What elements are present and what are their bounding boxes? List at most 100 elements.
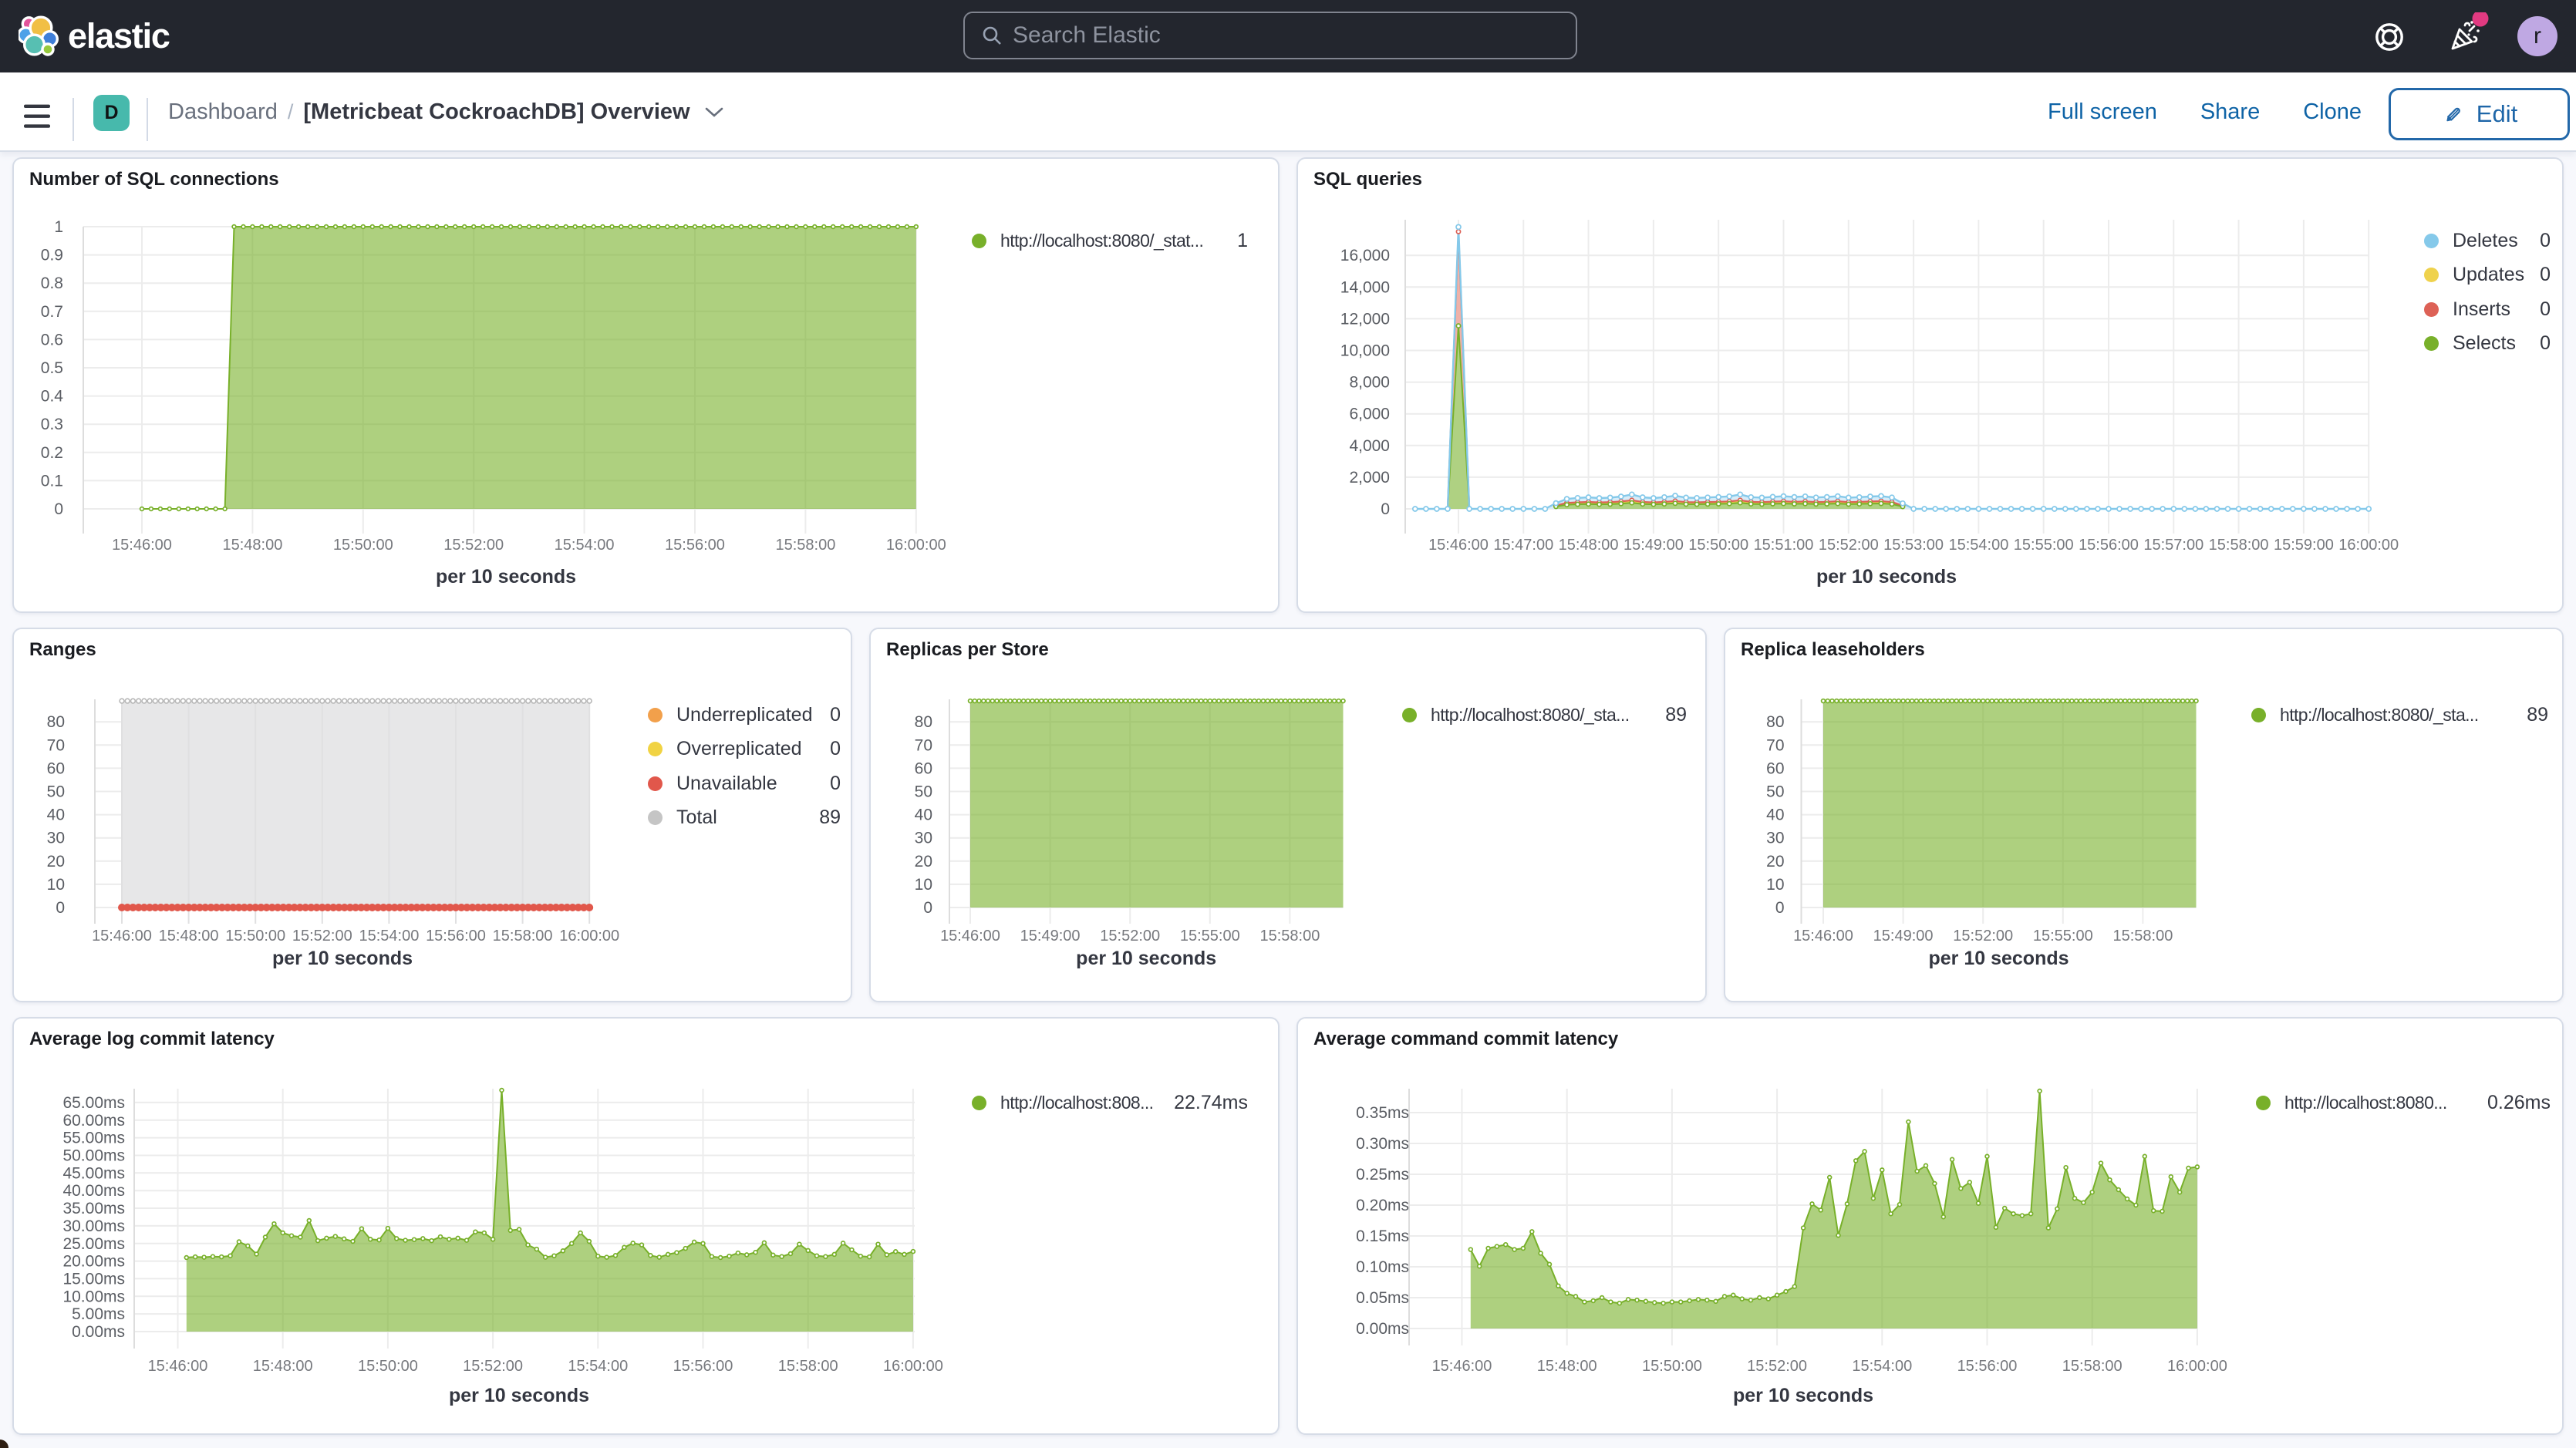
svg-text:16,000: 16,000 xyxy=(1340,247,1390,264)
svg-text:15:50:00: 15:50:00 xyxy=(1642,1358,1702,1375)
svg-text:0: 0 xyxy=(923,899,932,917)
svg-text:15:54:00: 15:54:00 xyxy=(1852,1358,1912,1375)
svg-text:50.00ms: 50.00ms xyxy=(62,1147,125,1165)
svg-text:15:51:00: 15:51:00 xyxy=(1754,537,1814,554)
svg-text:0.00ms: 0.00ms xyxy=(72,1323,125,1341)
svg-text:65.00ms: 65.00ms xyxy=(62,1094,125,1112)
svg-text:per 10 seconds: per 10 seconds xyxy=(1816,566,1957,588)
svg-text:8,000: 8,000 xyxy=(1349,374,1390,392)
svg-text:15:52:00: 15:52:00 xyxy=(443,537,504,554)
svg-text:20: 20 xyxy=(47,853,65,870)
svg-text:15:46:00: 15:46:00 xyxy=(1432,1358,1492,1375)
svg-text:0: 0 xyxy=(54,500,63,518)
svg-text:10: 10 xyxy=(1766,876,1784,894)
svg-text:12,000: 12,000 xyxy=(1340,310,1390,328)
svg-text:15:56:00: 15:56:00 xyxy=(673,1358,733,1375)
svg-text:15:53:00: 15:53:00 xyxy=(1883,537,1944,554)
svg-text:50: 50 xyxy=(47,783,65,801)
svg-text:40: 40 xyxy=(1766,807,1784,824)
svg-text:15:58:00: 15:58:00 xyxy=(1259,928,1320,945)
svg-text:15:56:00: 15:56:00 xyxy=(2079,537,2139,554)
svg-text:15:55:00: 15:55:00 xyxy=(2033,928,2093,945)
svg-text:15:54:00: 15:54:00 xyxy=(359,928,419,945)
svg-text:10: 10 xyxy=(915,876,932,894)
svg-text:0.6: 0.6 xyxy=(41,331,63,349)
svg-text:15:49:00: 15:49:00 xyxy=(1020,928,1081,945)
svg-text:0.1: 0.1 xyxy=(41,472,63,490)
svg-text:45.00ms: 45.00ms xyxy=(62,1164,125,1182)
svg-text:5.00ms: 5.00ms xyxy=(72,1305,125,1323)
svg-text:40: 40 xyxy=(915,807,932,824)
svg-text:15:58:00: 15:58:00 xyxy=(2112,928,2173,945)
svg-text:30.00ms: 30.00ms xyxy=(62,1217,125,1235)
svg-text:15:48:00: 15:48:00 xyxy=(1559,537,1619,554)
svg-text:15:47:00: 15:47:00 xyxy=(1493,537,1553,554)
svg-text:15:50:00: 15:50:00 xyxy=(333,537,393,554)
svg-text:15:48:00: 15:48:00 xyxy=(222,537,282,554)
svg-text:10: 10 xyxy=(47,876,65,894)
svg-text:80: 80 xyxy=(915,713,932,731)
svg-text:55.00ms: 55.00ms xyxy=(62,1130,125,1147)
svg-text:10,000: 10,000 xyxy=(1340,342,1390,360)
svg-text:15:50:00: 15:50:00 xyxy=(1688,537,1748,554)
svg-text:80: 80 xyxy=(47,713,65,731)
svg-text:per 10 seconds: per 10 seconds xyxy=(449,1385,589,1406)
svg-text:60.00ms: 60.00ms xyxy=(62,1112,125,1130)
svg-text:per 10 seconds: per 10 seconds xyxy=(436,566,576,588)
svg-text:15:55:00: 15:55:00 xyxy=(2014,537,2074,554)
svg-text:10.00ms: 10.00ms xyxy=(62,1288,125,1305)
svg-text:6,000: 6,000 xyxy=(1349,406,1390,423)
svg-text:60: 60 xyxy=(915,759,932,777)
svg-text:0.8: 0.8 xyxy=(41,274,63,292)
svg-text:30: 30 xyxy=(1766,830,1784,847)
svg-text:1: 1 xyxy=(54,218,63,236)
svg-text:15:50:00: 15:50:00 xyxy=(225,928,285,945)
svg-text:15:59:00: 15:59:00 xyxy=(2274,537,2334,554)
svg-text:80: 80 xyxy=(1766,713,1784,731)
svg-text:60: 60 xyxy=(47,759,65,777)
svg-text:0.15ms: 0.15ms xyxy=(1356,1227,1409,1245)
svg-text:16:00:00: 16:00:00 xyxy=(2167,1358,2227,1375)
svg-text:15:49:00: 15:49:00 xyxy=(1623,537,1684,554)
svg-text:2,000: 2,000 xyxy=(1349,469,1390,487)
svg-text:16:00:00: 16:00:00 xyxy=(886,537,946,554)
svg-text:60: 60 xyxy=(1766,759,1784,777)
svg-text:15:46:00: 15:46:00 xyxy=(1428,537,1489,554)
svg-text:per 10 seconds: per 10 seconds xyxy=(272,948,413,969)
svg-text:15:52:00: 15:52:00 xyxy=(1747,1358,1807,1375)
svg-text:0.00ms: 0.00ms xyxy=(1356,1320,1409,1338)
svg-text:15:48:00: 15:48:00 xyxy=(1537,1358,1597,1375)
svg-text:0.7: 0.7 xyxy=(41,303,63,321)
svg-text:0: 0 xyxy=(1381,500,1390,518)
svg-text:20: 20 xyxy=(915,853,932,870)
svg-text:15:46:00: 15:46:00 xyxy=(148,1358,208,1375)
svg-text:15:46:00: 15:46:00 xyxy=(112,537,172,554)
svg-text:30: 30 xyxy=(47,830,65,847)
svg-text:4,000: 4,000 xyxy=(1349,437,1390,455)
svg-text:15:52:00: 15:52:00 xyxy=(1100,928,1160,945)
svg-text:0.5: 0.5 xyxy=(41,359,63,377)
svg-text:0.20ms: 0.20ms xyxy=(1356,1197,1409,1214)
svg-text:0.10ms: 0.10ms xyxy=(1356,1258,1409,1276)
svg-text:16:00:00: 16:00:00 xyxy=(883,1358,943,1375)
svg-text:20.00ms: 20.00ms xyxy=(62,1253,125,1271)
svg-text:70: 70 xyxy=(1766,736,1784,754)
svg-text:15:54:00: 15:54:00 xyxy=(568,1358,628,1375)
svg-text:30: 30 xyxy=(915,830,932,847)
svg-text:15:46:00: 15:46:00 xyxy=(92,928,152,945)
svg-text:14,000: 14,000 xyxy=(1340,278,1390,296)
svg-text:15:54:00: 15:54:00 xyxy=(1948,537,2008,554)
svg-text:15:48:00: 15:48:00 xyxy=(159,928,219,945)
svg-text:15:57:00: 15:57:00 xyxy=(2143,537,2203,554)
svg-text:35.00ms: 35.00ms xyxy=(62,1200,125,1217)
svg-text:15:48:00: 15:48:00 xyxy=(253,1358,313,1375)
svg-text:0.3: 0.3 xyxy=(41,416,63,433)
svg-text:40.00ms: 40.00ms xyxy=(62,1182,125,1200)
svg-text:15:58:00: 15:58:00 xyxy=(775,537,835,554)
svg-text:50: 50 xyxy=(915,783,932,801)
svg-text:0.9: 0.9 xyxy=(41,247,63,264)
svg-text:0.4: 0.4 xyxy=(41,388,64,406)
svg-text:per 10 seconds: per 10 seconds xyxy=(1733,1385,1873,1406)
svg-text:15.00ms: 15.00ms xyxy=(62,1270,125,1288)
svg-text:0.30ms: 0.30ms xyxy=(1356,1135,1409,1153)
